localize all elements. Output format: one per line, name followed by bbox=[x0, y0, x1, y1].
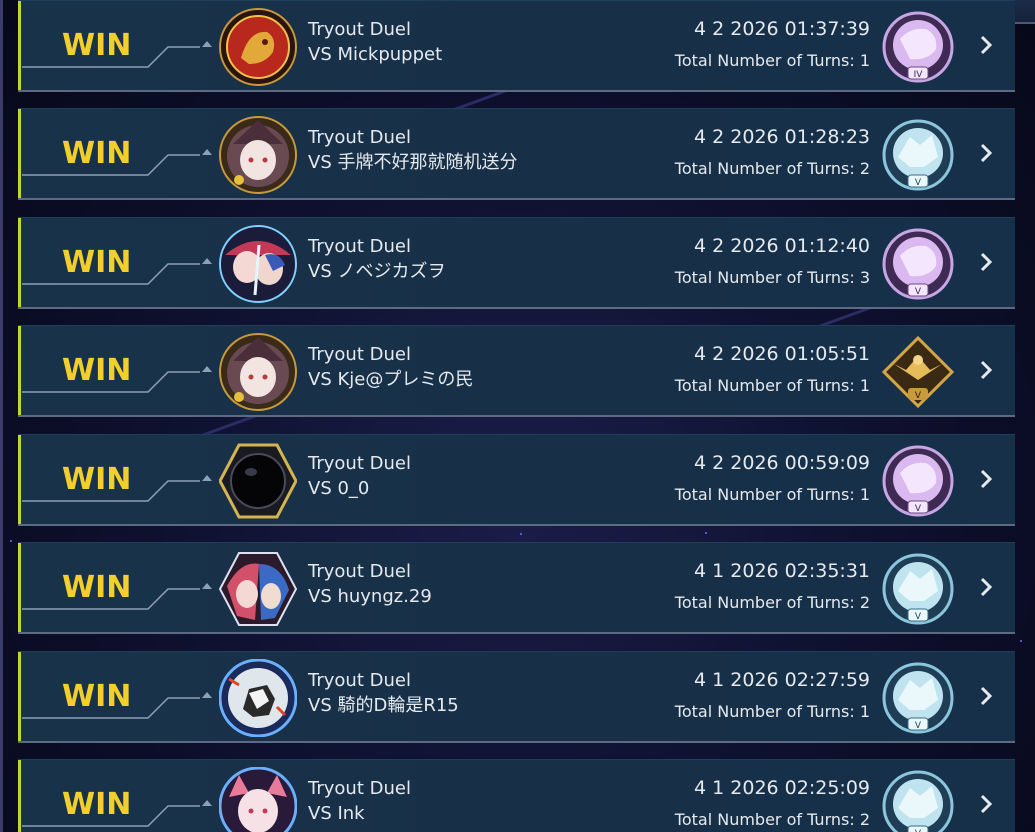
rank-tier: V bbox=[915, 721, 922, 731]
opponent-name: VS 0_0 bbox=[308, 478, 370, 499]
result-label: WIN bbox=[62, 28, 132, 63]
opponent-avatar[interactable] bbox=[219, 8, 297, 86]
opponent-name: VS Kje@プレミの民 bbox=[308, 369, 474, 390]
chevron-right-icon[interactable] bbox=[978, 790, 994, 818]
duel-datetime: 4 2 2026 00:59:09 bbox=[694, 452, 870, 474]
result-label: WIN bbox=[62, 353, 132, 388]
duel-mode: Tryout Duel bbox=[308, 19, 411, 40]
opponent-name: VS 手牌不好那就随机送分 bbox=[308, 152, 518, 173]
turn-count: Total Number of Turns: 1 bbox=[674, 51, 870, 70]
opponent-name: VS 騎的D輪是R15 bbox=[308, 695, 459, 716]
result-label: WIN bbox=[62, 679, 132, 714]
duel-mode: Tryout Duel bbox=[308, 561, 411, 582]
duel-datetime: 4 2 2026 01:12:40 bbox=[694, 235, 870, 257]
bg-star bbox=[10, 540, 12, 542]
duel-mode: Tryout Duel bbox=[308, 344, 411, 365]
turn-count: Total Number of Turns: 1 bbox=[674, 485, 870, 504]
rank-tier: V bbox=[915, 178, 922, 188]
duel-datetime: 4 1 2026 02:25:09 bbox=[694, 777, 870, 799]
rank-tier: V bbox=[915, 504, 922, 514]
duel-row[interactable]: WIN Tryout Duel VS 騎的D輪是R15 4 1 2026 02:… bbox=[18, 651, 1015, 743]
turn-count: Total Number of Turns: 2 bbox=[674, 159, 870, 178]
duel-row[interactable]: WIN Tryout Duel VS Kje@プレミの民 4 2 2026 01… bbox=[18, 325, 1015, 417]
duel-row[interactable]: WIN Tryout Duel VS ノベジカズヲ 4 2 2026 01:12… bbox=[18, 217, 1015, 309]
duel-row[interactable]: WIN Tryout Duel VS 0_0 4 2 2026 00:59:09… bbox=[18, 434, 1015, 526]
duel-mode: Tryout Duel bbox=[308, 127, 411, 148]
duel-mode: Tryout Duel bbox=[308, 778, 411, 799]
duel-datetime: 4 2 2026 01:28:23 bbox=[694, 126, 870, 148]
result-label: WIN bbox=[62, 787, 132, 822]
opponent-name: VS ノベジカズヲ bbox=[308, 261, 446, 282]
duel-history-list: WIN Tryout Duel VS Mickpuppet 4 2 2026 0… bbox=[18, 0, 1015, 832]
opponent-avatar[interactable] bbox=[219, 550, 297, 628]
duel-row[interactable]: WIN Tryout Duel VS huyngz.29 4 1 2026 02… bbox=[18, 542, 1015, 634]
blue-wolf-rank-icon: V bbox=[882, 662, 954, 734]
opponent-avatar[interactable] bbox=[219, 442, 297, 520]
left-border bbox=[0, 0, 3, 832]
pink-bear-rank-icon: IV bbox=[882, 11, 954, 83]
chevron-right-icon[interactable] bbox=[978, 139, 994, 167]
opponent-name: VS Ink bbox=[308, 803, 365, 824]
duel-datetime: 4 1 2026 02:35:31 bbox=[694, 560, 870, 582]
turn-count: Total Number of Turns: 2 bbox=[674, 810, 870, 829]
blue-wolf-rank-icon: V bbox=[882, 553, 954, 625]
duel-datetime: 4 1 2026 02:27:59 bbox=[694, 669, 870, 691]
duel-row[interactable]: WIN Tryout Duel VS Ink 4 1 2026 02:25:09… bbox=[18, 759, 1015, 832]
duel-row[interactable]: WIN Tryout Duel VS Mickpuppet 4 2 2026 0… bbox=[18, 0, 1015, 92]
duel-mode: Tryout Duel bbox=[308, 670, 411, 691]
result-label: WIN bbox=[62, 570, 132, 605]
duel-mode: Tryout Duel bbox=[308, 236, 411, 257]
chevron-right-icon[interactable] bbox=[978, 573, 994, 601]
chevron-right-icon[interactable] bbox=[978, 682, 994, 710]
opponent-avatar[interactable] bbox=[219, 659, 297, 737]
opponent-name: VS Mickpuppet bbox=[308, 44, 443, 65]
chevron-right-icon[interactable] bbox=[978, 31, 994, 59]
pink-bear-rank-icon: V bbox=[882, 228, 954, 300]
chevron-right-icon[interactable] bbox=[978, 248, 994, 276]
opponent-name: VS huyngz.29 bbox=[308, 586, 432, 607]
turn-count: Total Number of Turns: 3 bbox=[674, 268, 870, 287]
rank-tier: V bbox=[915, 612, 922, 622]
opponent-avatar[interactable] bbox=[219, 225, 297, 303]
chevron-right-icon[interactable] bbox=[978, 356, 994, 384]
rank-tier: V bbox=[915, 391, 922, 401]
turn-count: Total Number of Turns: 1 bbox=[674, 702, 870, 721]
duel-mode: Tryout Duel bbox=[308, 453, 411, 474]
turn-count: Total Number of Turns: 2 bbox=[674, 593, 870, 612]
chevron-right-icon[interactable] bbox=[978, 465, 994, 493]
duel-row[interactable]: WIN Tryout Duel VS 手牌不好那就随机送分 4 2 2026 0… bbox=[18, 108, 1015, 200]
opponent-avatar[interactable] bbox=[219, 333, 297, 411]
rank-tier: V bbox=[915, 287, 922, 297]
blue-wolf-rank-icon: V bbox=[882, 770, 954, 832]
opponent-avatar[interactable] bbox=[219, 116, 297, 194]
duel-datetime: 4 2 2026 01:05:51 bbox=[694, 343, 870, 365]
result-label: WIN bbox=[62, 136, 132, 171]
rank-tier: IV bbox=[914, 70, 924, 80]
gold-eagle-rank-icon: V bbox=[881, 335, 955, 409]
pink-bear-rank-icon: V bbox=[882, 445, 954, 517]
opponent-avatar[interactable] bbox=[219, 767, 297, 832]
bg-star bbox=[1020, 640, 1022, 642]
turn-count: Total Number of Turns: 1 bbox=[674, 376, 870, 395]
result-label: WIN bbox=[62, 245, 132, 280]
result-label: WIN bbox=[62, 462, 132, 497]
blue-wolf-rank-icon: V bbox=[882, 119, 954, 191]
duel-datetime: 4 2 2026 01:37:39 bbox=[694, 18, 870, 40]
